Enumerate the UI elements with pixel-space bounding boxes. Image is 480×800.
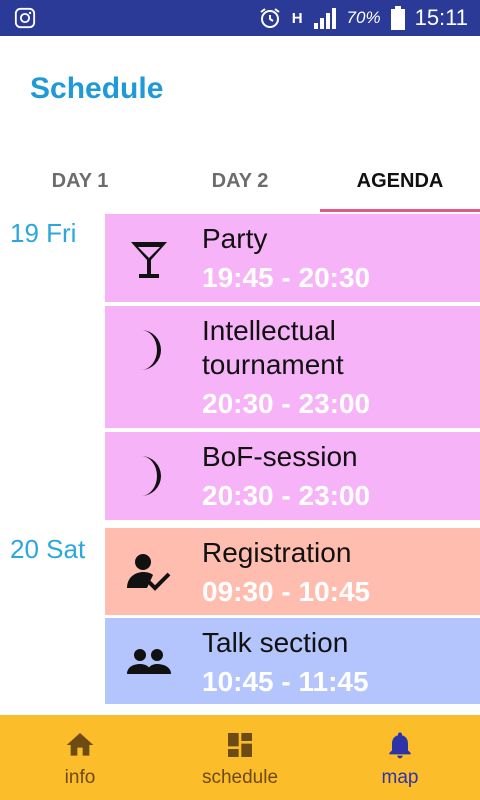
event-title-line-2: tournament [202,349,344,380]
event-intellectual-tournament[interactable]: Intellectual tournament 20:30 - 23:00 [105,306,480,428]
tab-day-1[interactable]: DAY 1 [0,146,160,212]
tab-agenda[interactable]: AGENDA [320,146,480,212]
clock: 15:11 [414,5,468,30]
nav-schedule[interactable]: schedule [160,715,320,800]
home-icon [66,733,94,756]
day-label-sat: 20 Sat [10,534,86,564]
bottom-nav: info schedule map [0,715,480,800]
nav-map[interactable]: map [320,715,480,800]
day-label-fri: 19 Fri [10,218,77,248]
cocktail-icon [131,242,167,278]
battery-icon [390,6,405,30]
agenda-list[interactable]: 19 Fri 20 Sat Party 19:45 - 20:30 Intell… [0,212,480,715]
event-title: Intellectual tournament [202,314,344,382]
battery-percent: 70% [346,8,381,27]
app-bar: Schedule [0,36,480,146]
event-title: BoF-session [202,441,358,472]
nav-label: schedule [201,767,279,788]
people-icon [127,649,171,674]
event-time: 10:45 - 11:45 [202,666,369,697]
event-time: 20:30 - 23:00 [202,388,371,419]
nav-label: map [381,767,419,788]
signal-icon [313,8,336,29]
event-time: 09:30 - 10:45 [202,576,371,607]
dashboard-icon [228,733,252,757]
alarm-icon [260,8,280,28]
event-registration[interactable]: Registration 09:30 - 10:45 [105,528,480,615]
page-title: Schedule [30,72,164,105]
tab-bar: DAY 1 DAY 2 AGENDA [0,146,480,212]
event-title-line-1: Intellectual [202,315,336,346]
event-bof-session[interactable]: BoF-session 20:30 - 23:00 [105,432,480,520]
moon-icon [141,456,161,496]
event-time: 19:45 - 20:30 [202,262,371,293]
instagram-icon [14,7,36,29]
moon-icon [141,330,161,370]
event-title: Party [202,223,268,254]
event-title: Registration [202,537,352,568]
event-party[interactable]: Party 19:45 - 20:30 [105,214,480,302]
status-bar: H 70% 15:11 [0,0,480,36]
network-type: H [291,9,303,27]
bell-icon [389,732,411,759]
event-title: Talk section [202,627,349,658]
tab-day-2[interactable]: DAY 2 [160,146,320,212]
nav-label: info [64,767,96,788]
nav-info[interactable]: info [0,715,160,800]
event-time: 20:30 - 23:00 [202,480,371,511]
person-check-icon [127,554,171,591]
event-talk-section[interactable]: Talk section 10:45 - 11:45 [105,618,480,704]
